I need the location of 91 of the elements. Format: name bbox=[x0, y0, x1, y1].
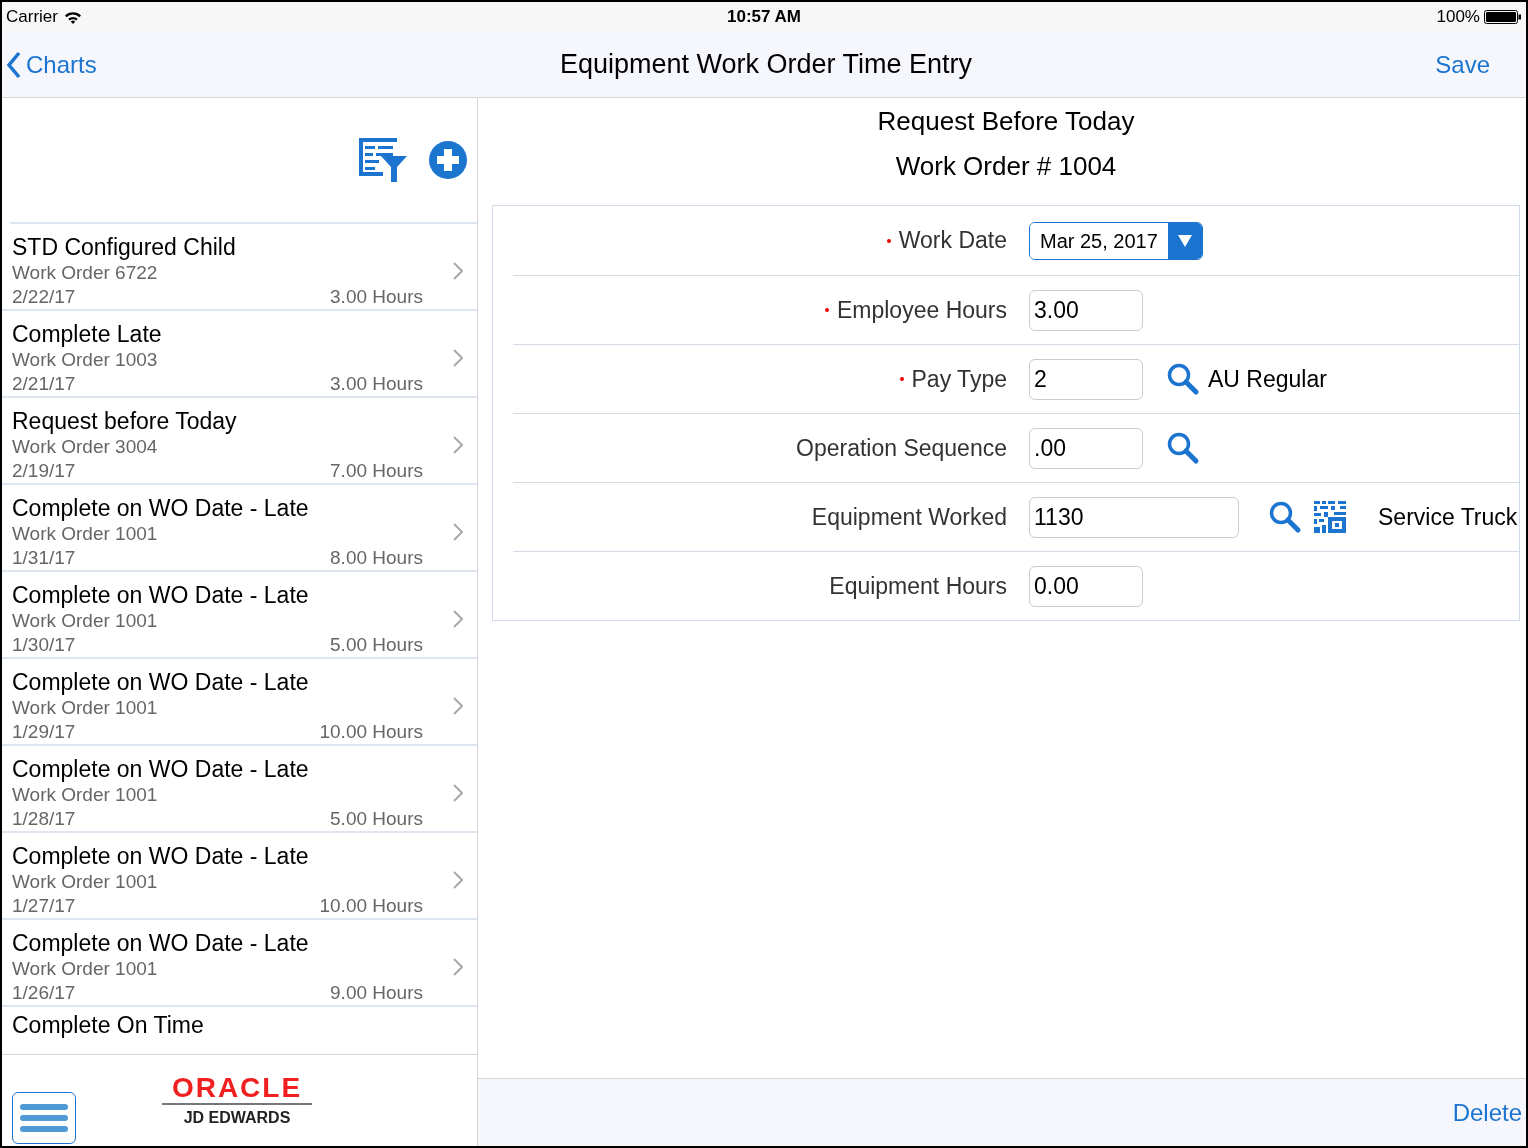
item-subtitle: Work Order 1001 bbox=[12, 521, 159, 546]
item-date: 1/31/17 bbox=[12, 545, 76, 570]
list-item[interactable]: Complete on WO Date - Late Work Order 1001 1/30/17 5.00 Hours bbox=[2, 572, 477, 659]
caret-icon bbox=[1177, 234, 1192, 247]
item-subtitle: Work Order 1003 bbox=[12, 347, 159, 372]
chevron-right-icon bbox=[453, 435, 463, 454]
page-title: Equipment Work Order Time Entry bbox=[558, 48, 974, 82]
field-label: Work Date bbox=[898, 226, 1007, 256]
item-hours: 5.00 Hours bbox=[330, 806, 423, 831]
item-title: Complete on WO Date - Late bbox=[12, 580, 310, 609]
item-date: 1/27/17 bbox=[12, 893, 76, 918]
item-date: 1/30/17 bbox=[12, 632, 76, 657]
input-field[interactable]: .00 bbox=[1029, 427, 1143, 469]
item-date: 2/22/17 bbox=[12, 284, 76, 309]
item-date: 1/29/17 bbox=[12, 719, 76, 744]
battery-percent: 100% bbox=[1436, 6, 1480, 29]
back-button[interactable]: Charts bbox=[6, 46, 97, 83]
logo-product: JD EDWARDS bbox=[183, 1108, 291, 1128]
item-title: Complete Late bbox=[12, 319, 163, 348]
wifi-icon bbox=[63, 10, 82, 24]
detail-heading: Request Before Today bbox=[877, 106, 1135, 136]
clock: 10:57 AM bbox=[726, 6, 802, 29]
input-field[interactable]: 3.00 bbox=[1029, 289, 1143, 331]
list-item[interactable]: Complete on WO Date - Late Work Order 1001 1/27/17 10.00 Hours bbox=[2, 833, 477, 920]
date-dropdown[interactable]: Mar 25, 2017 bbox=[1029, 221, 1203, 260]
item-title: Complete on WO Date - Late bbox=[12, 928, 310, 957]
item-date: 1/26/17 bbox=[12, 980, 76, 1005]
logo-brand: ORACLE bbox=[171, 1073, 303, 1103]
list-item[interactable]: Complete on WO Date - Late Work Order 1001 1/26/17 9.00 Hours bbox=[2, 920, 477, 1007]
field-description: Service Truck bbox=[1378, 502, 1518, 532]
item-hours: 10.00 Hours bbox=[319, 893, 423, 918]
qr-code-icon[interactable] bbox=[1314, 501, 1346, 533]
search-icon[interactable] bbox=[1268, 500, 1302, 534]
list-item[interactable]: STD Configured Child Work Order 6722 2/22/17 3.00 Hours bbox=[2, 224, 477, 311]
input-field[interactable]: 2 bbox=[1029, 358, 1143, 400]
battery-icon bbox=[1484, 10, 1522, 24]
chevron-right-icon bbox=[453, 609, 463, 628]
save-button[interactable]: Save bbox=[1435, 46, 1490, 83]
item-hours: 5.00 Hours bbox=[330, 632, 423, 657]
chevron-right-icon bbox=[453, 783, 463, 802]
item-hours: 10.00 Hours bbox=[319, 719, 423, 744]
item-title: Complete on WO Date - Late bbox=[12, 493, 310, 522]
input-field[interactable]: 0.00 bbox=[1029, 565, 1143, 607]
list-item[interactable]: Complete Late Work Order 1003 2/21/17 3.00 Hours bbox=[2, 311, 477, 398]
field-label: Operation Sequence bbox=[796, 433, 1007, 463]
input-field[interactable]: 1130 bbox=[1029, 496, 1239, 538]
item-subtitle: Work Order 3004 bbox=[12, 434, 159, 459]
delete-button[interactable]: Delete bbox=[1452, 1094, 1522, 1131]
item-hours: 7.00 Hours bbox=[330, 458, 423, 483]
item-date: 2/21/17 bbox=[12, 371, 76, 396]
item-title: Complete on WO Date - Late bbox=[12, 754, 310, 783]
item-subtitle: Work Order 1001 bbox=[12, 608, 159, 633]
item-hours: 9.00 Hours bbox=[330, 980, 423, 1005]
item-date: 1/28/17 bbox=[12, 806, 76, 831]
item-hours: 3.00 Hours bbox=[330, 371, 423, 396]
item-subtitle: Work Order 1001 bbox=[12, 869, 159, 894]
chevron-right-icon bbox=[453, 696, 463, 715]
back-chevron-icon bbox=[6, 50, 22, 79]
carrier-name: Carrier bbox=[6, 6, 58, 29]
item-date: 2/19/17 bbox=[12, 458, 76, 483]
item-title: Complete on WO Date - Late bbox=[12, 667, 310, 696]
chevron-right-icon bbox=[453, 870, 463, 889]
item-subtitle: Work Order 1001 bbox=[12, 956, 159, 981]
chevron-right-icon bbox=[453, 348, 463, 367]
chevron-right-icon bbox=[453, 957, 463, 976]
filter-list-icon[interactable] bbox=[359, 138, 407, 182]
item-hours: 3.00 Hours bbox=[330, 284, 423, 309]
item-subtitle: Work Order 1001 bbox=[12, 782, 159, 807]
chevron-right-icon bbox=[453, 522, 463, 541]
item-title: Complete on WO Date - Late bbox=[12, 841, 310, 870]
field-description: AU Regular bbox=[1208, 364, 1327, 394]
menu-button[interactable] bbox=[12, 1092, 76, 1144]
field-label: Equipment Worked bbox=[811, 502, 1007, 532]
item-title: Request before Today bbox=[12, 406, 238, 435]
search-icon[interactable] bbox=[1166, 431, 1200, 465]
item-hours: 8.00 Hours bbox=[330, 545, 423, 570]
chevron-right-icon bbox=[453, 261, 463, 280]
list-item[interactable]: Complete on WO Date - Late Work Order 1001 1/31/17 8.00 Hours bbox=[2, 485, 477, 572]
field-label: Employee Hours bbox=[836, 295, 1007, 325]
item-title: STD Configured Child bbox=[12, 232, 237, 261]
add-icon[interactable] bbox=[429, 141, 467, 179]
list-item[interactable]: Complete on WO Date - Late Work Order 1001 1/28/17 5.00 Hours bbox=[2, 746, 477, 833]
list-item[interactable]: Request before Today Work Order 3004 2/19/17 7.00 Hours bbox=[2, 398, 477, 485]
item-title: Complete On Time bbox=[12, 1012, 204, 1038]
item-subtitle: Work Order 1001 bbox=[12, 695, 159, 720]
field-label: Pay Type bbox=[911, 364, 1007, 394]
list-item[interactable]: Complete on WO Date - Late Work Order 1001 1/29/17 10.00 Hours bbox=[2, 659, 477, 746]
field-label: Equipment Hours bbox=[829, 571, 1007, 601]
detail-subheading: Work Order # 1004 bbox=[895, 151, 1117, 181]
search-icon[interactable] bbox=[1166, 362, 1200, 396]
item-subtitle: Work Order 6722 bbox=[12, 260, 159, 285]
